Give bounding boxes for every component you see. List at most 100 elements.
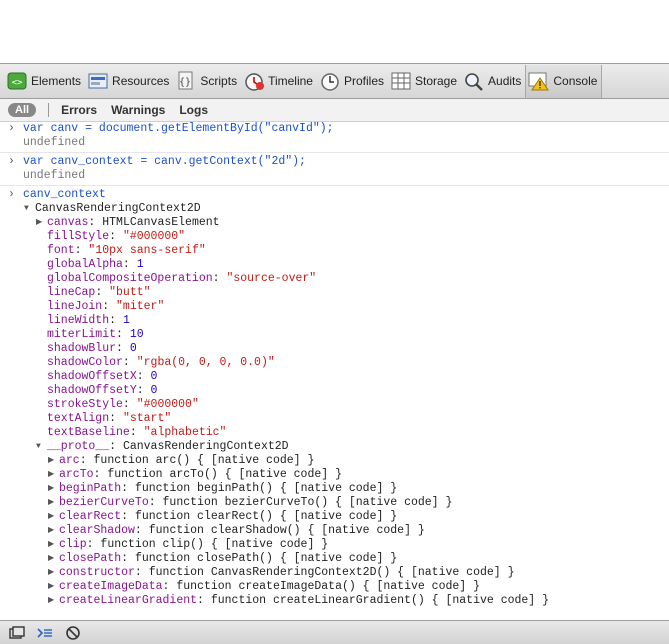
console-filter-bar: All Errors Warnings Logs <box>0 99 669 122</box>
property-name: lineWidth <box>47 314 110 327</box>
collapsed-triangle-icon[interactable]: ▶ <box>48 468 54 482</box>
console-command[interactable]: › var canv_context = canv.getContext("2d"… <box>0 155 669 169</box>
tab-resources[interactable]: Resources <box>85 64 173 98</box>
proto-name: __proto__ <box>47 440 110 453</box>
object-property: miterLimit: 10 <box>0 328 669 342</box>
object-property[interactable]: ▶ canvas: HTMLCanvasElement <box>0 216 669 230</box>
tab-console[interactable]: Console <box>525 64 603 98</box>
proto-method[interactable]: ▶ createLinearGradient: function createLi… <box>0 594 669 608</box>
method-name: clip <box>59 538 87 551</box>
method-value: function clip() { [native code] } <box>100 538 329 551</box>
proto-method[interactable]: ▶ clip: function clip() { [native code] } <box>0 538 669 552</box>
collapsed-triangle-icon[interactable]: ▶ <box>48 538 54 552</box>
expanded-triangle-icon[interactable]: ▼ <box>36 440 41 454</box>
proto-method[interactable]: ▶ beginPath: function beginPath() { [nati… <box>0 482 669 496</box>
method-name: constructor <box>59 566 135 579</box>
proto-method[interactable]: ▶ arcTo: function arcTo() { [native code]… <box>0 468 669 482</box>
console-output[interactable]: › var canv = document.getElementById("can… <box>0 122 669 620</box>
proto-method[interactable]: ▶ bezierCurveTo: function bezierCurveTo()… <box>0 496 669 510</box>
filter-all[interactable]: All <box>8 103 37 117</box>
filter-logs[interactable]: Logs <box>179 103 208 117</box>
proto-method[interactable]: ▶ clearRect: function clearRect() { [nati… <box>0 510 669 524</box>
tab-storage-label: Storage <box>415 74 458 88</box>
console-command[interactable]: › var canv = document.getElementById("can… <box>0 122 669 136</box>
devtools-toolbar: <> Elements Resources {} Scripts Timelin… <box>0 63 669 99</box>
property-separator: : <box>122 356 137 369</box>
property-separator: : <box>88 216 103 229</box>
property-separator: : <box>122 258 137 271</box>
proto-node[interactable]: ▼ __proto__: CanvasRenderingContext2D <box>0 440 669 454</box>
prompt-icon: › <box>8 188 15 201</box>
property-separator: : <box>95 286 110 299</box>
method-value: function CanvasRenderingContext2D() { [n… <box>148 566 515 579</box>
proto-method[interactable]: ▶ clearShadow: function clearShadow() { [… <box>0 524 669 538</box>
timeline-icon <box>243 70 265 92</box>
object-tree-root[interactable]: ▼ CanvasRenderingContext2D <box>0 202 669 216</box>
tab-audits[interactable]: Audits <box>461 64 525 98</box>
dock-toggle-icon[interactable] <box>6 623 28 643</box>
property-value: 1 <box>122 314 130 327</box>
collapsed-triangle-icon[interactable]: ▶ <box>48 510 54 524</box>
filter-errors[interactable]: Errors <box>61 103 97 117</box>
property-name: globalAlpha <box>47 258 123 271</box>
proto-method[interactable]: ▶ createImageData: function createImageDa… <box>0 580 669 594</box>
collapsed-triangle-icon[interactable]: ▶ <box>48 552 54 566</box>
collapsed-triangle-icon[interactable]: ▶ <box>48 594 54 608</box>
property-separator: : <box>109 230 123 243</box>
object-property: shadowOffsetX: 0 <box>0 370 669 384</box>
collapsed-triangle-icon[interactable]: ▶ <box>48 454 54 468</box>
object-property: shadowOffsetY: 0 <box>0 384 669 398</box>
tab-scripts[interactable]: {} Scripts <box>173 64 241 98</box>
property-name: textAlign <box>47 412 110 425</box>
method-value: function bezierCurveTo() { [native code]… <box>162 496 453 509</box>
property-value: HTMLCanvasElement <box>102 216 220 229</box>
property-separator: : <box>109 314 123 327</box>
proto-method[interactable]: ▶ constructor: function CanvasRenderingCo… <box>0 566 669 580</box>
collapsed-triangle-icon[interactable]: ▶ <box>48 566 54 580</box>
property-separator: : <box>102 300 117 313</box>
method-value: function arcTo() { [native code] } <box>107 468 342 481</box>
object-properties: ▶ canvas: HTMLCanvasElement fillStyle: "#0… <box>0 216 669 440</box>
tab-storage[interactable]: Storage <box>388 64 461 98</box>
object-property: fillStyle: "#000000" <box>0 230 669 244</box>
proto-method[interactable]: ▶ arc: function arc() { [native code] } <box>0 454 669 468</box>
method-name: bezierCurveTo <box>59 496 149 509</box>
collapsed-triangle-icon[interactable]: ▶ <box>48 580 54 594</box>
tab-timeline[interactable]: Timeline <box>241 64 317 98</box>
tab-timeline-label: Timeline <box>268 74 313 88</box>
tab-elements-label: Elements <box>31 74 82 88</box>
blank-area <box>0 0 669 63</box>
storage-icon <box>390 70 412 92</box>
property-name: shadowOffsetX <box>47 370 137 383</box>
property-separator: : <box>136 384 151 397</box>
collapsed-triangle-icon[interactable]: ▶ <box>48 496 54 510</box>
proto-value: CanvasRenderingContext2D <box>122 440 289 453</box>
method-value: function createLinearGradient() { [nativ… <box>210 594 549 607</box>
tab-profiles-label: Profiles <box>343 74 384 88</box>
command-text: var canv = document.getElementById("canv… <box>23 122 334 135</box>
property-value: 10 <box>129 328 144 341</box>
console-icon <box>528 70 550 92</box>
tab-profiles[interactable]: Profiles <box>317 64 388 98</box>
object-property: strokeStyle: "#000000" <box>0 398 669 412</box>
command-text: var canv_context = canv.getContext("2d")… <box>23 155 306 168</box>
collapsed-triangle-icon[interactable]: ▶ <box>48 524 54 538</box>
clear-console-icon[interactable] <box>62 623 84 643</box>
proto-method[interactable]: ▶ closePath: function closePath() { [nati… <box>0 552 669 566</box>
filter-warnings[interactable]: Warnings <box>111 103 165 117</box>
console-result: undefined <box>23 136 86 149</box>
collapsed-triangle-icon[interactable]: ▶ <box>36 216 42 230</box>
expanded-triangle-icon[interactable]: ▼ <box>24 202 29 216</box>
property-value: 0 <box>150 370 158 383</box>
property-separator: : <box>116 342 130 355</box>
property-name: lineCap <box>47 286 96 299</box>
object-property: globalAlpha: 1 <box>0 258 669 272</box>
resources-icon <box>87 70 109 92</box>
tab-elements[interactable]: <> Elements <box>4 64 85 98</box>
console-command[interactable]: › canv_context <box>0 188 669 202</box>
property-value: 0 <box>150 384 158 397</box>
collapsed-triangle-icon[interactable]: ▶ <box>48 482 54 496</box>
console-toggle-icon[interactable] <box>34 623 56 643</box>
property-name: shadowOffsetY <box>47 384 137 397</box>
elements-icon: <> <box>6 70 28 92</box>
